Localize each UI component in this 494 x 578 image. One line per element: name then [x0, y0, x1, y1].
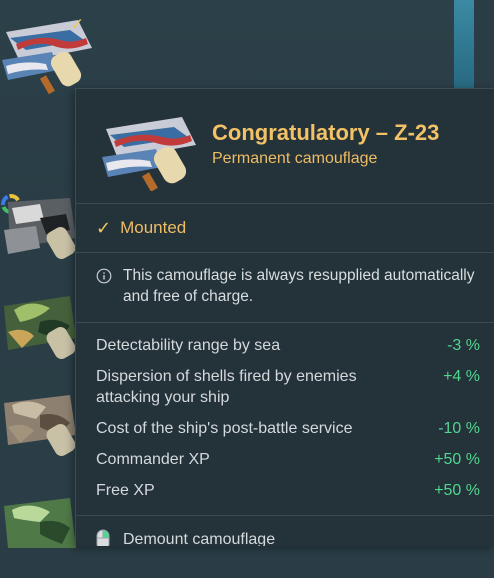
green-light-camo-icon: [4, 498, 76, 548]
stat-row: Commander XP +50 %: [96, 449, 480, 470]
dark-grey-camo-icon: [4, 198, 76, 259]
info-text: This camouflage is always resupplied aut…: [123, 267, 475, 305]
brown-camo-icon: [4, 395, 76, 456]
stat-row: Free XP +50 %: [96, 480, 480, 501]
mounted-check-icon: ✓: [70, 15, 85, 34]
divider: [76, 515, 494, 516]
stat-value: +4 %: [443, 368, 480, 385]
divider: [76, 322, 494, 323]
tooltip-header: Congratulatory – Z-23 Permanent camoufla…: [76, 89, 494, 203]
divider: [76, 252, 494, 253]
congratulatory-camo-large-icon: [102, 117, 196, 191]
mouse-icon: [96, 529, 110, 546]
background-water: [454, 0, 474, 100]
green-camo-icon: [4, 296, 76, 359]
stat-value: -10 %: [438, 420, 480, 437]
stat-value: +50 %: [434, 451, 480, 468]
stats-list: Detectability range by sea -3 % Dispersi…: [96, 335, 480, 501]
stat-label: Cost of the ship's post-battle service: [96, 420, 353, 437]
camouflage-tooltip: Congratulatory – Z-23 Permanent camoufla…: [75, 88, 494, 546]
stat-label: Detectability range by sea: [96, 337, 281, 354]
stat-row: Cost of the ship's post-battle service -…: [96, 418, 480, 439]
tooltip-subtitle: Permanent camouflage: [212, 150, 378, 167]
stat-value: +50 %: [434, 482, 480, 499]
divider: [76, 203, 494, 204]
mounted-status: ✓ Mounted: [96, 217, 186, 239]
mounted-label: Mounted: [120, 218, 187, 237]
stat-label: Free XP: [96, 482, 155, 499]
tooltip-title: Congratulatory – Z-23: [212, 120, 440, 145]
stat-value: -3 %: [447, 337, 480, 354]
stat-label: Commander XP: [96, 451, 210, 468]
checkmark-icon: ✓: [96, 218, 112, 238]
demount-label: Demount camouflage: [123, 531, 276, 546]
stat-label: Dispersion of shells fired by enemies at…: [96, 368, 357, 406]
demount-action[interactable]: Demount camouflage: [76, 518, 494, 546]
stat-row: Dispersion of shells fired by enemies at…: [96, 366, 480, 408]
info-circle-icon: [96, 268, 112, 284]
stat-row: Detectability range by sea -3 %: [96, 335, 480, 356]
